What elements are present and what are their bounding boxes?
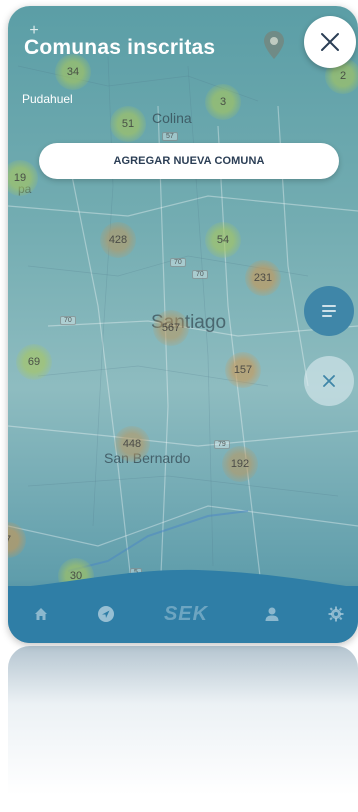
phone-screen: Colina pa Santiago San Bernardo 57 70 70… [8,6,358,643]
list-icon [322,305,336,317]
nav-profile[interactable] [260,602,284,626]
settings-icon [328,606,344,622]
close-icon [321,33,339,51]
home-icon [35,608,47,620]
map-cluster[interactable]: 3 [205,84,241,120]
nav-navigate[interactable] [94,602,118,626]
nav-logo[interactable]: SEK [156,602,216,626]
sek-logo: SEK [163,602,209,625]
close-icon [323,375,335,387]
nav-settings[interactable] [324,602,348,626]
nav-home[interactable] [29,602,53,626]
list-button[interactable] [304,286,354,336]
map-cluster[interactable]: 231 [245,260,281,296]
map-cluster[interactable]: 448 [114,426,150,462]
map-cluster[interactable]: 69 [16,344,52,380]
dismiss-button[interactable] [304,356,354,406]
selected-commune-label: Pudahuel [22,92,73,106]
map-cluster[interactable]: 567 [153,310,189,346]
road-shield-70: 70 [192,270,208,279]
user-icon [265,607,279,621]
map-cluster[interactable]: 192 [222,446,258,482]
map-cluster[interactable]: 51 [110,106,146,142]
location-pin-icon[interactable] [262,30,286,65]
map-cluster[interactable]: 54 [205,222,241,258]
map-cluster[interactable]: 157 [225,352,261,388]
road-shield-70: 70 [170,258,186,267]
page-title: Comunas inscritas [24,36,216,59]
navigation-icon [98,606,114,622]
map-cluster[interactable]: 428 [100,222,136,258]
screen-reflection [8,646,358,812]
road-shield-57: 57 [162,132,178,141]
road-shield-70: 70 [60,316,76,325]
add-commune-button[interactable]: AGREGAR NUEVA COMUNA [39,143,339,179]
place-label-colina: Colina [152,110,192,126]
road-shield-79: 79 [214,440,230,449]
close-button[interactable] [304,16,356,68]
